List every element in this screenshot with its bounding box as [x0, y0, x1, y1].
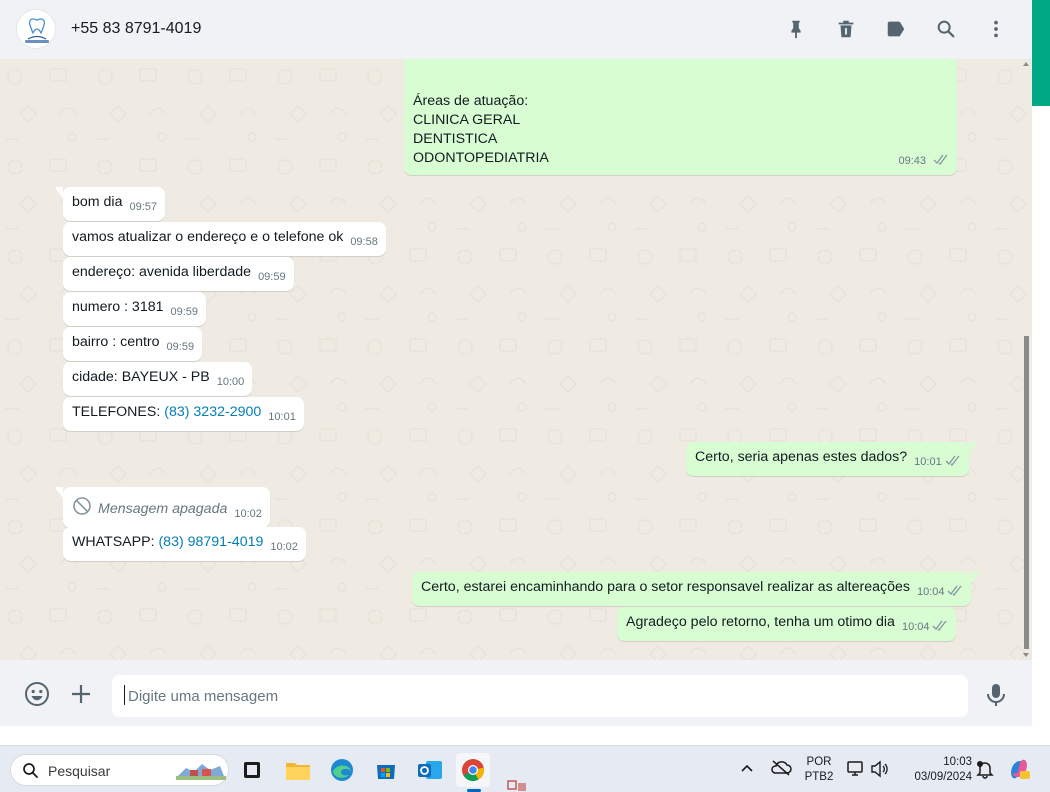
message-time: 10:00 — [216, 376, 245, 388]
message-composer — [0, 660, 1032, 726]
task-view-icon[interactable] — [235, 753, 269, 787]
message-in[interactable]: WHATSAPP: (83) 98791-4019 10:02 — [63, 527, 306, 561]
message-in[interactable]: vamos atualizar o endereço e o telefone … — [63, 222, 386, 256]
message-text: bairro : centro — [72, 334, 160, 350]
double-check-icon — [932, 618, 948, 637]
copilot-icon[interactable] — [1007, 757, 1031, 786]
message-text: Agradeço pelo retorno, tenha um otimo di… — [626, 614, 895, 630]
message-text: WHATSAPP: — [72, 534, 159, 550]
message-text: bom dia — [72, 194, 123, 210]
message-out[interactable]: Áreas de atuação: CLINICA GERAL DENTISTI… — [404, 59, 957, 175]
double-check-icon — [947, 583, 963, 602]
search-icon — [22, 762, 39, 784]
network-icon[interactable] — [846, 759, 866, 784]
bubble-tail — [971, 572, 980, 583]
message-text: TELEFONES: — [72, 404, 165, 420]
message-in[interactable]: TELEFONES: (83) 3232-2900 10:01 — [63, 397, 304, 431]
file-explorer-icon[interactable] — [281, 753, 315, 787]
pin-icon[interactable] — [784, 17, 808, 41]
message-out[interactable]: Certo, seria apenas estes dados? 10:01 — [686, 442, 977, 476]
taskbar-overflow-icon[interactable] — [506, 779, 530, 792]
microphone-icon[interactable] — [981, 680, 1011, 710]
bubble-tail — [55, 487, 63, 498]
window-bottom — [0, 726, 1032, 745]
message-text: vamos atualizar o endereço e o telefone … — [72, 229, 344, 245]
onedrive-offline-icon[interactable] — [770, 758, 792, 783]
message-line: Áreas de atuação: — [413, 93, 529, 109]
message-text: endereço: avenida liberdade — [72, 264, 252, 280]
message-out[interactable]: Agradeço pelo retorno, tenha um otimo di… — [617, 607, 957, 641]
taskbar-search-label: Pesquisar — [48, 763, 111, 779]
message-in[interactable]: numero : 3181 09:59 — [63, 292, 207, 326]
message-in[interactable]: Mensagem apagada 10:02 — [55, 487, 270, 528]
scroll-up-arrow[interactable] — [1023, 62, 1029, 66]
bubble-tail — [968, 442, 977, 453]
message-in[interactable]: bairro : centro 09:59 — [63, 327, 203, 361]
message-time: 09:57 — [129, 201, 158, 213]
windows-taskbar: Pesquisar POR PTB2 10:03 03/09/2024 — [0, 745, 1050, 792]
microsoft-store-icon[interactable] — [369, 753, 403, 787]
message-time: 10:02 — [234, 508, 262, 520]
message-time: 09:59 — [258, 271, 286, 283]
message-time: 10:02 — [270, 541, 298, 553]
trash-icon[interactable] — [834, 17, 858, 41]
message-text: cidade: BAYEUX - PB — [72, 369, 210, 385]
search-icon[interactable] — [934, 17, 958, 41]
clock-time: 10:03 — [943, 756, 972, 768]
accent-strip — [1032, 0, 1050, 745]
language-indicator[interactable]: POR PTB2 — [803, 755, 835, 785]
chat-area: Áreas de atuação: CLINICA GERAL DENTISTI… — [0, 59, 1032, 660]
message-time: 10:01 — [268, 411, 296, 423]
bubble-tail — [55, 187, 63, 198]
search-highlight-icon — [176, 758, 226, 787]
contact-name[interactable]: +55 83 8791-4019 — [71, 20, 201, 38]
phone-link[interactable]: (83) 98791-4019 — [158, 534, 263, 550]
message-time: 09:59 — [170, 306, 199, 318]
chrome-icon[interactable] — [456, 753, 490, 787]
message-time: 09:59 — [166, 341, 195, 353]
chevron-up-icon[interactable] — [739, 760, 755, 781]
message-out[interactable]: Certo, estarei encaminhando para o setor… — [412, 572, 980, 606]
text-caret — [124, 685, 125, 705]
double-check-icon — [933, 152, 949, 171]
keyboard-layout: PTB2 — [804, 771, 834, 783]
outlook-icon[interactable] — [413, 753, 447, 787]
message-in[interactable]: bom dia 09:57 — [55, 187, 166, 221]
message-text: Certo, seria apenas estes dados? — [695, 449, 908, 465]
message-time: 09:58 — [350, 236, 378, 248]
label-icon[interactable] — [884, 17, 908, 41]
clock-date: 03/09/2024 — [914, 771, 972, 783]
message-input[interactable] — [112, 675, 968, 717]
message-time: 10:04 — [901, 621, 930, 633]
scroll-down-arrow[interactable] — [1023, 653, 1029, 657]
taskbar-search[interactable]: Pesquisar — [10, 754, 229, 786]
message-time: 09:43 — [898, 155, 927, 167]
blocked-icon — [72, 496, 92, 522]
more-vertical-icon[interactable] — [984, 17, 1008, 41]
message-text: numero : 3181 — [72, 299, 164, 315]
clinic-logo-icon — [17, 10, 55, 48]
volume-icon[interactable] — [870, 760, 890, 783]
scroll-thumb[interactable] — [1024, 336, 1029, 649]
message-time: 10:01 — [914, 456, 942, 468]
contact-avatar[interactable] — [16, 9, 56, 49]
phone-link[interactable]: (83) 3232-2900 — [164, 404, 261, 420]
message-in[interactable]: endereço: avenida liberdade 09:59 — [63, 257, 294, 291]
notification-bell-icon[interactable] — [975, 759, 995, 784]
message-time: 10:04 — [916, 586, 945, 598]
edge-icon[interactable] — [325, 753, 359, 787]
message-line: ODONTOPEDIATRIA — [413, 150, 549, 166]
message-in[interactable]: cidade: BAYEUX - PB 10:00 — [63, 362, 253, 396]
message-line: DENTISTICA — [413, 131, 498, 147]
double-check-icon — [945, 453, 961, 472]
plus-icon[interactable] — [66, 679, 96, 709]
chat-header: +55 83 8791-4019 — [0, 0, 1032, 59]
deleted-message-text: Mensagem apagada — [98, 501, 228, 517]
clock[interactable]: 10:03 03/09/2024 — [902, 755, 972, 785]
chat-scrollbar[interactable] — [1021, 59, 1032, 660]
message-line: CLINICA GERAL — [413, 112, 521, 128]
language-code: POR — [806, 756, 832, 768]
message-text: Certo, estarei encaminhando para o setor… — [421, 579, 910, 595]
emoji-icon[interactable] — [22, 679, 52, 709]
